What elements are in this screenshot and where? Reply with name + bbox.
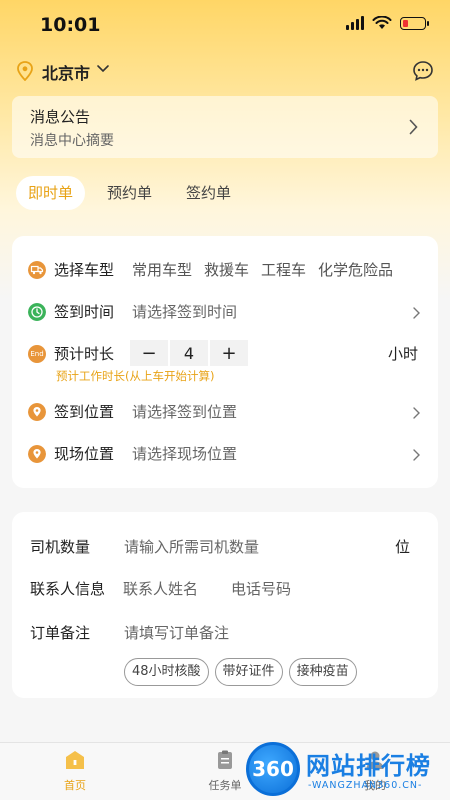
clipboard-icon [218,750,232,769]
site-location-label: 现场位置 [54,445,115,463]
truck-icon [28,261,46,279]
order-details-card: 选择车型 常用车型 救援车 工程车 化学危险品 签到时间 请选择签到时间 End… [12,236,438,488]
announcement-title: 消息公告 [30,108,91,126]
site-location-input[interactable]: 请选择现场位置 [132,443,237,464]
driver-info-card: 司机数量 请输入所需司机数量 位 联系人信息 联系人姓名 电话号码 订单备注 请… [12,512,438,698]
vehicle-type-row: 选择车型 常用车型 救援车 工程车 化学危险品 [28,258,422,282]
watermark-text: 网站排行榜 [306,752,431,780]
checkin-time-input[interactable]: 请选择签到时间 [132,301,237,322]
duration-row: End 预计时长 − 4 + 小时 [28,340,422,366]
duration-unit: 小时 [387,345,418,363]
duration-stepper: − 4 + [130,340,248,366]
chevron-right-icon [413,307,420,319]
decrement-button[interactable]: − [130,340,168,366]
vehicle-option-hazmat[interactable]: 化学危险品 [318,259,393,280]
checkin-location-label: 签到位置 [54,403,115,421]
status-time: 10:01 [40,14,101,36]
chevron-right-icon [413,407,420,419]
driver-count-unit: 位 [394,538,410,556]
checkin-time-row[interactable]: 签到时间 请选择签到时间 [28,300,422,324]
location-pin-icon[interactable] [16,61,34,81]
contact-label: 联系人信息 [30,580,106,598]
end-badge-icon: End [28,345,46,363]
duration-value[interactable]: 4 [170,340,208,366]
watermark-url: -WANGZHAN360.CN- [308,780,423,791]
tab-instant-order[interactable]: 即时单 [16,176,86,210]
increment-button[interactable]: + [210,340,248,366]
nav-home-label: 首页 [64,779,86,792]
vehicle-option-engineering[interactable]: 工程车 [261,259,306,280]
vehicle-type-options: 常用车型 救援车 工程车 化学危险品 [132,259,393,280]
chevron-down-icon[interactable] [96,64,110,74]
battery-icon [400,16,429,30]
checkin-location-input[interactable]: 请选择签到位置 [132,401,237,422]
announcement-banner[interactable]: 消息公告 消息中心摘要 [12,96,438,158]
status-icons [346,16,429,30]
vehicle-type-label: 选择车型 [54,261,115,279]
contact-phone-input[interactable]: 电话号码 [231,578,291,599]
header: 北京市 [16,58,434,84]
watermark-logo: 360 [246,742,300,796]
chip-covid-test[interactable]: 48小时核酸 [124,658,209,686]
order-type-tabs: 即时单 预约单 签约单 [16,176,253,210]
cellular-signal-icon [346,16,364,30]
driver-count-label: 司机数量 [30,538,91,556]
vehicle-option-common[interactable]: 常用车型 [132,259,192,280]
announcement-subtitle: 消息中心摘要 [30,133,114,149]
remark-input[interactable]: 请填写订单备注 [124,622,229,643]
wifi-icon [372,16,392,29]
chip-vaccinated[interactable]: 接种疫苗 [288,658,357,686]
nav-home[interactable]: 首页 [40,749,110,793]
remark-label: 订单备注 [30,624,91,642]
city-selector[interactable]: 北京市 [42,60,90,84]
status-bar: 10:01 [0,0,450,48]
clock-icon [28,303,46,321]
remark-chips: 48小时核酸 带好证件 接种疫苗 [124,658,357,686]
duration-hint: 预计工作时长(从上车开始计算) [56,369,215,383]
site-location-row[interactable]: 现场位置 请选择现场位置 [28,442,422,466]
chip-bring-id[interactable]: 带好证件 [214,658,283,686]
vehicle-option-rescue[interactable]: 救援车 [204,259,249,280]
chevron-right-icon [409,119,418,135]
home-icon [66,751,84,769]
tab-contract-order[interactable]: 签约单 [174,176,243,210]
driver-count-input[interactable]: 请输入所需司机数量 [124,536,259,557]
checkin-location-row[interactable]: 签到位置 请选择签到位置 [28,400,422,424]
checkin-time-label: 签到时间 [54,303,115,321]
contact-name-input[interactable]: 联系人姓名 [123,578,198,599]
tab-reservation-order[interactable]: 预约单 [95,176,164,210]
location-icon [28,445,46,463]
duration-label: 预计时长 [54,345,115,363]
watermark: 360 网站排行榜 -WANGZHAN360.CN- [246,740,450,800]
chevron-right-icon [413,449,420,461]
message-icon[interactable] [412,60,434,82]
location-icon [28,403,46,421]
